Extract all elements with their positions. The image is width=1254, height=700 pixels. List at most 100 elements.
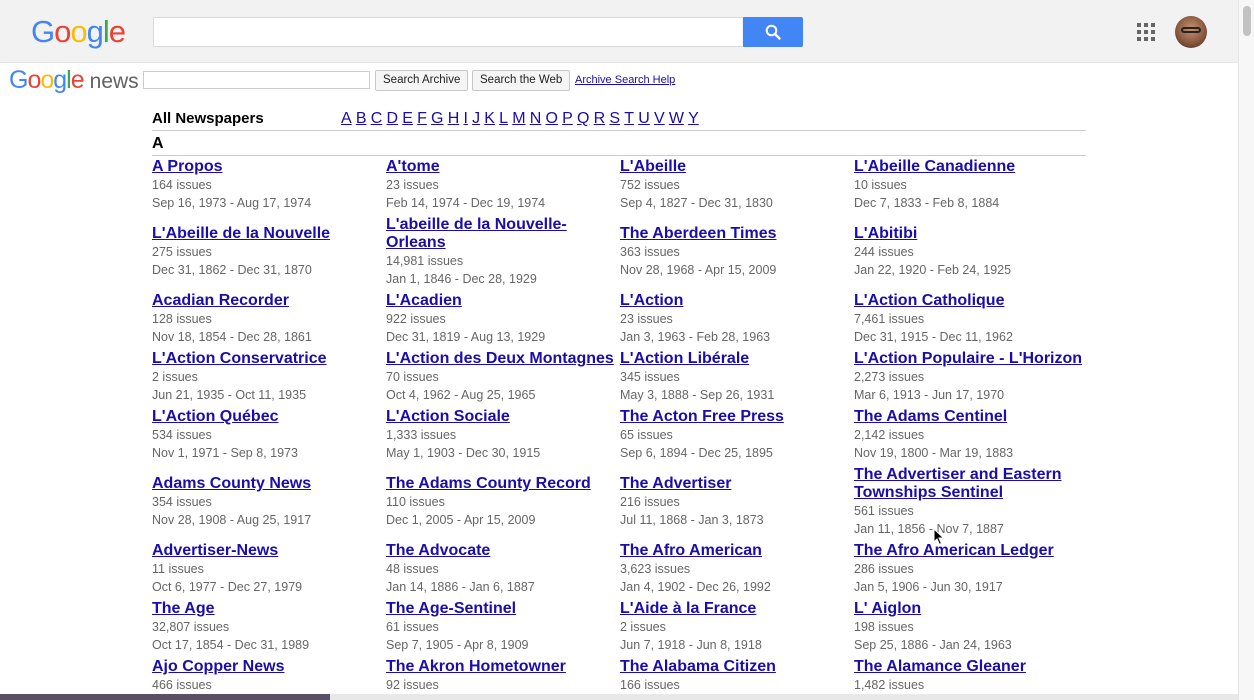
newspaper-title-link[interactable]: Adams County News	[152, 475, 384, 493]
letter-link-d[interactable]: D	[386, 110, 398, 127]
newspaper-title-link[interactable]: The Advocate	[386, 542, 618, 560]
newspaper-entry: The Afro American Ledger 286 issues Jan 5,…	[854, 542, 1086, 596]
letter-link-c[interactable]: C	[371, 110, 383, 127]
newspaper-title-link[interactable]: The Age-Sentinel	[386, 600, 618, 618]
letter-link-s[interactable]: S	[609, 110, 620, 127]
newspaper-title-link[interactable]: The Akron Hometowner	[386, 658, 618, 676]
letter-link-f[interactable]: F	[417, 110, 427, 127]
newspaper-title-link[interactable]: L'Abeille Canadienne	[854, 158, 1086, 176]
background-window-strip	[0, 694, 1238, 700]
newspaper-title-link[interactable]: L'Action Conservatrice	[152, 350, 384, 368]
newspaper-title-link[interactable]: Acadian Recorder	[152, 292, 384, 310]
letter-link-v[interactable]: V	[654, 110, 665, 127]
newspaper-title-link[interactable]: L'Acadien	[386, 292, 618, 310]
newspaper-title-link[interactable]: L'Action Populaire - L'Horizon	[854, 350, 1086, 368]
newspaper-title-link[interactable]: L'Action Sociale	[386, 408, 618, 426]
newspaper-title-link[interactable]: L'Action Libérale	[620, 350, 852, 368]
apps-grid-icon[interactable]	[1137, 23, 1155, 41]
user-avatar[interactable]	[1175, 16, 1207, 48]
newspaper-title-link[interactable]: L'Action	[620, 292, 852, 310]
newspaper-title-link[interactable]: L'abeille de la Nouvelle-Orleans	[386, 216, 618, 252]
google-logo[interactable]: Google	[31, 14, 126, 50]
issue-count: 275 issues	[152, 245, 212, 259]
newspaper-title-link[interactable]: The Afro American Ledger	[854, 542, 1086, 560]
archive-search-help-link[interactable]: Archive Search Help	[575, 74, 675, 86]
newspaper-title-link[interactable]: A Propos	[152, 158, 384, 176]
date-range: Nov 1, 1971 - Sep 8, 1973	[152, 446, 298, 460]
google-top-bar: Google	[0, 0, 1238, 63]
issue-count: 7,461 issues	[854, 312, 925, 326]
letter-link-m[interactable]: M	[512, 110, 525, 127]
newspaper-title-link[interactable]: The Alabama Citizen	[620, 658, 852, 676]
newspaper-title-link[interactable]: The Aberdeen Times	[620, 225, 852, 243]
newspaper-title-link[interactable]: The Alamance Gleaner	[854, 658, 1086, 676]
issue-count: 14,981 issues	[386, 254, 464, 268]
letter-link-a[interactable]: A	[341, 110, 352, 127]
newspaper-title-link[interactable]: The Age	[152, 600, 384, 618]
search-archive-button[interactable]: Search Archive	[375, 70, 469, 91]
issue-count: 216 issues	[620, 495, 680, 509]
newspaper-title-link[interactable]: L' Aiglon	[854, 600, 1086, 618]
newspaper-title-link[interactable]: L'Action Québec	[152, 408, 384, 426]
search-web-button[interactable]: Search the Web	[472, 70, 571, 91]
letter-link-l[interactable]: L	[499, 110, 508, 127]
newspaper-entry: L'Action Sociale 1,333 issues May 1, 1903 …	[386, 408, 618, 462]
logo-letter: g	[86, 14, 104, 49]
newspaper-entry: L' Aiglon 198 issues Sep 25, 1886 - Jan 24…	[854, 600, 1086, 654]
newspaper-title-link[interactable]: Advertiser-News	[152, 542, 384, 560]
date-range: Nov 28, 1908 - Aug 25, 1917	[152, 513, 312, 527]
newspaper-title-link[interactable]: L'Aide à la France	[620, 600, 852, 618]
newspaper-title-link[interactable]: The Advertiser and Eastern Townships Sen…	[854, 466, 1086, 502]
newspaper-entry: L'Abeille Canadienne 10 issues Dec 7, 1833…	[854, 158, 1086, 212]
newspaper-title-link[interactable]: The Adams Centinel	[854, 408, 1086, 426]
newspaper-title-link[interactable]: The Afro American	[620, 542, 852, 560]
news-wordmark: news	[89, 70, 139, 93]
date-range: Dec 7, 1833 - Feb 8, 1884	[854, 196, 1000, 210]
letter-link-r[interactable]: R	[594, 110, 606, 127]
logo-letter: e	[70, 66, 85, 94]
issue-count: 466 issues	[152, 678, 212, 692]
date-range: Mar 6, 1913 - Jun 17, 1970	[854, 388, 1005, 402]
newspaper-entry: L'Action des Deux Montagnes 70 issues Oct …	[386, 350, 618, 404]
newspaper-title-link[interactable]: L'Action Catholique	[854, 292, 1086, 310]
letter-link-t[interactable]: T	[624, 110, 634, 127]
google-search-button[interactable]	[743, 17, 803, 47]
newspaper-title-link[interactable]: L'Abitibi	[854, 225, 1086, 243]
newspaper-title-link[interactable]: Ajo Copper News	[152, 658, 384, 676]
letter-link-q[interactable]: Q	[577, 110, 589, 127]
newspaper-title-link[interactable]: The Acton Free Press	[620, 408, 852, 426]
scrollbar-thumb[interactable]	[1243, 6, 1251, 36]
letter-link-y[interactable]: Y	[688, 110, 699, 127]
google-news-logo[interactable]: Google news	[9, 66, 139, 95]
letter-link-n[interactable]: N	[530, 110, 542, 127]
section-letter: A	[152, 135, 164, 152]
newspaper-title-link[interactable]: L'Abeille de la Nouvelle	[152, 225, 384, 243]
letter-link-p[interactable]: P	[562, 110, 573, 127]
letter-link-e[interactable]: E	[402, 110, 413, 127]
google-search-input[interactable]	[153, 17, 742, 47]
letter-link-o[interactable]: O	[545, 110, 557, 127]
letter-link-u[interactable]: U	[638, 110, 650, 127]
letter-link-b[interactable]: B	[356, 110, 367, 127]
newspaper-title-link[interactable]: L'Action des Deux Montagnes	[386, 350, 618, 368]
newspaper-entry: The Age 32,807 issues Oct 17, 1854 - Dec 3…	[152, 600, 384, 654]
newspaper-title-link[interactable]: L'Abeille	[620, 158, 852, 176]
letter-link-k[interactable]: K	[484, 110, 495, 127]
glasses-icon	[1181, 27, 1201, 33]
letter-link-w[interactable]: W	[669, 110, 684, 127]
newspaper-title-link[interactable]: A'tome	[386, 158, 618, 176]
scrollbar[interactable]	[1238, 0, 1254, 700]
letter-link-g[interactable]: G	[431, 110, 443, 127]
date-range: Sep 6, 1894 - Dec 25, 1895	[620, 446, 773, 460]
logo-letter: G	[31, 14, 55, 49]
letter-link-j[interactable]: J	[472, 110, 480, 127]
newspaper-title-link[interactable]: The Adams County Record	[386, 475, 618, 493]
newspaper-title-link[interactable]: The Advertiser	[620, 475, 852, 493]
date-range: Sep 7, 1905 - Apr 8, 1909	[386, 638, 529, 652]
archive-search-input[interactable]	[143, 71, 370, 89]
issue-count: 61 issues	[386, 620, 439, 634]
letter-link-h[interactable]: H	[448, 110, 460, 127]
newspaper-entry: L'Acadien 922 issues Dec 31, 1819 - Aug 13…	[386, 292, 618, 346]
letter-link-i[interactable]: I	[463, 110, 467, 127]
newspaper-entry: The Advertiser and Eastern Townships Sen…	[854, 466, 1086, 538]
